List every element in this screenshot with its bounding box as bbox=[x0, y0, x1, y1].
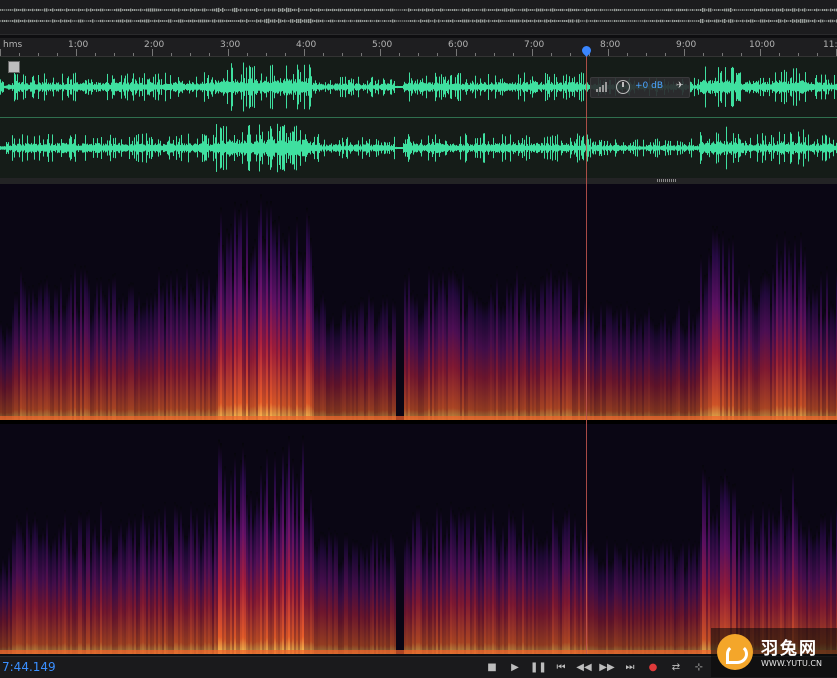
go-to-end-button[interactable]: ⏭ bbox=[622, 660, 638, 675]
ruler-tick-mark bbox=[418, 53, 419, 56]
ruler-tick-label: 5:00 bbox=[372, 40, 393, 50]
ruler-tick-mark bbox=[627, 53, 628, 56]
ruler-tick-label: 7:00 bbox=[524, 40, 545, 50]
ruler-tick-label: 4:00 bbox=[296, 40, 317, 50]
go-to-start-button[interactable]: ⏮ bbox=[553, 660, 569, 675]
pause-button[interactable]: ❚❚ bbox=[530, 660, 547, 675]
ruler-tick-mark bbox=[494, 53, 495, 56]
ruler-tick-mark bbox=[456, 49, 457, 56]
waveform-channel-right[interactable] bbox=[0, 118, 837, 177]
gain-value[interactable]: +0 dB bbox=[635, 81, 663, 91]
ruler-tick-label: 10:00 bbox=[749, 40, 775, 50]
yutu-logo-icon bbox=[717, 634, 753, 670]
skip-selection-button[interactable]: ⊹ bbox=[691, 660, 707, 675]
spectrogram-channel-right[interactable] bbox=[0, 424, 837, 654]
ruler-tick-mark bbox=[171, 53, 172, 56]
ruler-tick-mark bbox=[608, 49, 609, 56]
watermark: 羽兔网 WWW.YUTU.CN bbox=[711, 628, 837, 677]
ruler-tick-mark bbox=[380, 49, 381, 56]
ruler-tick-label: 11:00 bbox=[823, 40, 837, 50]
rewind-button[interactable]: ◀◀ bbox=[576, 660, 592, 675]
ruler-tick-mark bbox=[152, 49, 153, 56]
ruler-tick-mark bbox=[247, 53, 248, 56]
overview-waveform bbox=[0, 7, 837, 24]
ruler-tick-mark bbox=[760, 49, 761, 56]
ruler-tick-mark bbox=[57, 53, 58, 56]
overview-navigator[interactable] bbox=[0, 0, 837, 35]
ruler-tick-mark bbox=[228, 49, 229, 56]
ruler-tick-mark bbox=[190, 53, 191, 56]
ruler-tick-label: 8:00 bbox=[600, 40, 621, 50]
ruler-tick-mark bbox=[551, 53, 552, 56]
channel-toggle-icon[interactable] bbox=[8, 61, 20, 73]
ruler-tick-mark bbox=[817, 53, 818, 56]
ruler-tick-mark bbox=[703, 53, 704, 56]
ruler-tick-mark bbox=[323, 53, 324, 56]
playhead-line[interactable] bbox=[586, 56, 587, 654]
spectrogram-channel-left[interactable] bbox=[0, 184, 837, 420]
current-time-display[interactable]: 7:44.149 bbox=[2, 660, 56, 674]
ruler-tick-label: 2:00 bbox=[144, 40, 165, 50]
ruler-tick-mark bbox=[76, 49, 77, 56]
ruler-tick-mark bbox=[532, 49, 533, 56]
ruler-tick-mark bbox=[646, 53, 647, 56]
time-ruler[interactable]: hms 1:00 2:00 3:00 4:00 5:00 6:00 7:00 8… bbox=[0, 38, 837, 94]
ruler-tick-mark bbox=[475, 53, 476, 56]
fast-forward-button[interactable]: ▶▶ bbox=[599, 660, 615, 675]
watermark-title: 羽兔网 bbox=[761, 639, 818, 659]
ruler-tick-mark bbox=[342, 53, 343, 56]
ruler-tick-mark bbox=[209, 53, 210, 56]
ruler-tick-mark bbox=[798, 53, 799, 56]
ruler-tick-mark bbox=[133, 53, 134, 56]
waveform-editor[interactable] bbox=[0, 57, 837, 178]
ruler-tick-mark bbox=[95, 53, 96, 56]
ruler-tick-mark bbox=[741, 53, 742, 56]
ruler-tick-mark bbox=[38, 53, 39, 56]
ruler-tick-mark bbox=[513, 53, 514, 56]
ruler-tick-mark bbox=[779, 53, 780, 56]
stop-button[interactable]: ■ bbox=[484, 660, 500, 675]
loop-button[interactable]: ⇄ bbox=[668, 660, 684, 675]
gain-hud[interactable]: +0 dB ✈ bbox=[590, 77, 690, 98]
ruler-tick-mark bbox=[665, 53, 666, 56]
ruler-unit-label: hms bbox=[3, 40, 23, 50]
ruler-tick-mark bbox=[19, 53, 20, 56]
ruler-tick-mark bbox=[114, 53, 115, 56]
ruler-tick-mark bbox=[399, 53, 400, 56]
record-button[interactable]: ● bbox=[645, 660, 661, 675]
splitter-grip-icon[interactable] bbox=[657, 179, 677, 182]
ruler-tick-label: 1:00 bbox=[68, 40, 89, 50]
ruler-tick-mark bbox=[304, 49, 305, 56]
ruler-tick-mark bbox=[285, 53, 286, 56]
ruler-tick-mark bbox=[684, 49, 685, 56]
ruler-tick-label: 3:00 bbox=[220, 40, 241, 50]
ruler-tick-mark bbox=[361, 53, 362, 56]
ruler-tick-mark bbox=[570, 53, 571, 56]
spectral-frequency-display[interactable] bbox=[0, 184, 837, 654]
ruler-tick-label: 9:00 bbox=[676, 40, 697, 50]
level-meter-icon bbox=[596, 82, 608, 92]
ruler-tick-mark bbox=[722, 53, 723, 56]
watermark-url: WWW.YUTU.CN bbox=[761, 659, 822, 668]
ruler-tick-mark bbox=[0, 49, 1, 56]
pin-icon[interactable]: ✈ bbox=[676, 81, 684, 91]
volume-knob-icon[interactable] bbox=[616, 80, 630, 94]
play-button[interactable]: ▶ bbox=[507, 660, 523, 675]
ruler-tick-mark bbox=[266, 53, 267, 56]
ruler-tick-label: 6:00 bbox=[448, 40, 469, 50]
waveform-channel-left[interactable] bbox=[0, 57, 837, 116]
ruler-tick-mark bbox=[437, 53, 438, 56]
